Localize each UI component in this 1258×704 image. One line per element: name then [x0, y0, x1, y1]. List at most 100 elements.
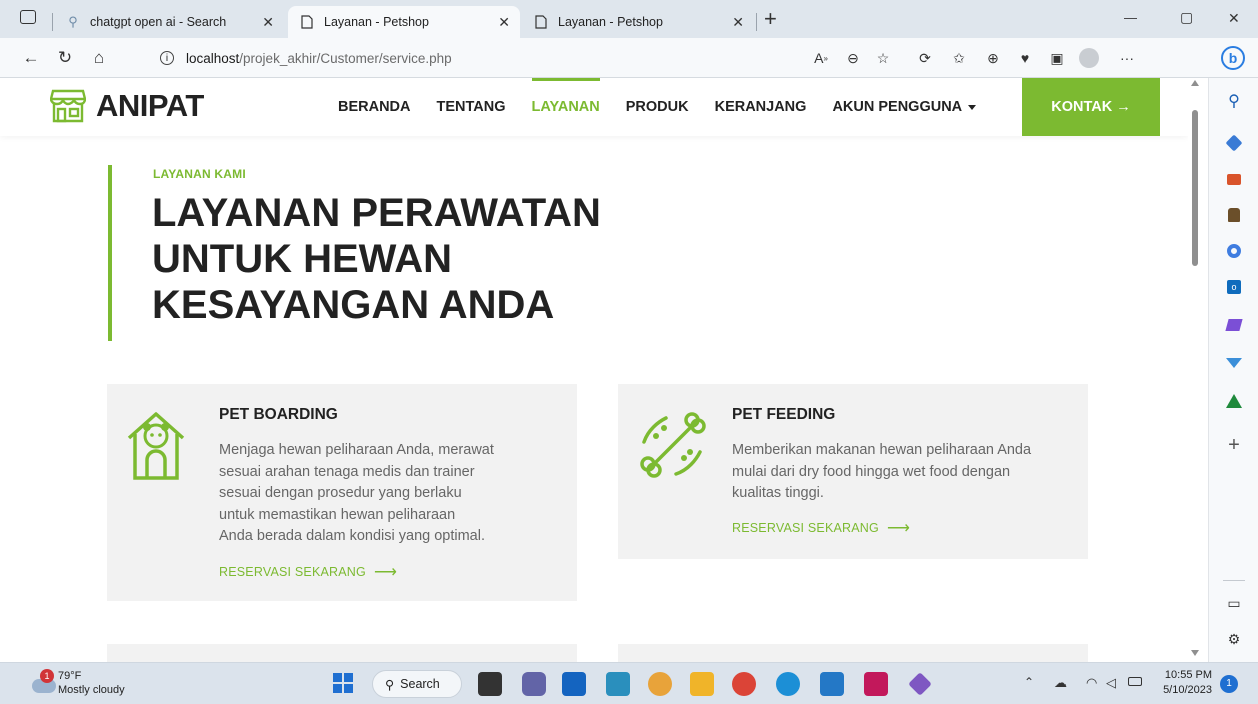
windows-start-icon[interactable] [332, 672, 356, 696]
tools-briefcase-icon[interactable] [1225, 170, 1243, 188]
tab-actions-icon[interactable] [20, 10, 36, 24]
browser-tab-bar: ⚲ chatgpt open ai - Search ✕ Layanan - P… [0, 0, 1258, 38]
link-label: RESERVASI SEKARANG [219, 565, 366, 579]
desc-line: kualitas tinggi. [732, 485, 824, 501]
favorite-star-icon[interactable]: ☆ [870, 38, 896, 78]
weather-temp: 79°F [58, 670, 82, 682]
office-icon[interactable] [1225, 242, 1243, 260]
tab-separator [52, 13, 53, 31]
pet-food-icon [640, 412, 706, 478]
app-store-icon[interactable] [864, 672, 888, 696]
onedrive-icon[interactable]: ☁ [1054, 675, 1067, 691]
url-field[interactable]: i localhost/projek_akhir/Customer/servic… [160, 45, 620, 71]
card-title: PET BOARDING [219, 406, 338, 423]
close-tab-icon[interactable]: ✕ [262, 14, 274, 31]
wifi-icon[interactable]: ◠ [1086, 675, 1097, 691]
tree-icon[interactable] [1225, 392, 1243, 410]
split-screen-icon[interactable]: ▣ [1044, 38, 1070, 78]
notification-badge[interactable]: 1 [1220, 675, 1238, 693]
tab-layanan-active[interactable]: Layanan - Petshop ✕ [288, 6, 520, 38]
restore-button[interactable]: ▢ [1180, 9, 1193, 26]
mail-icon[interactable] [562, 672, 586, 696]
teams-chat-icon[interactable] [522, 672, 546, 696]
file-explorer-icon[interactable] [690, 672, 714, 696]
hero-title: LAYANAN PERAWATAN UNTUK HEWAN KESAYANGAN… [152, 190, 772, 328]
app-l-icon[interactable] [606, 672, 630, 696]
more-menu-button[interactable]: ··· [1114, 38, 1140, 78]
back-arrow-icon[interactable]: ← [16, 38, 46, 78]
browser-essentials-icon[interactable]: ♥ [1012, 38, 1038, 78]
vscode-icon[interactable] [820, 672, 844, 696]
scrollbar-thumb[interactable] [1192, 110, 1198, 266]
read-aloud-icon[interactable]: A» [808, 38, 834, 78]
tab-search[interactable]: ⚲ chatgpt open ai - Search ✕ [62, 6, 284, 38]
games-icon[interactable] [1225, 206, 1243, 224]
tab-title: chatgpt open ai - Search [90, 15, 227, 29]
nav-keranjang[interactable]: KERANJANG [715, 78, 807, 136]
windows-taskbar: 1 79°F Mostly cloudy ⚲ Search ⌃ ☁ ◠ ◁ 10… [0, 662, 1258, 704]
edge-icon[interactable] [776, 672, 800, 696]
info-icon[interactable]: i [160, 51, 174, 65]
card-description: Memberikan makanan hewan peliharaan Anda… [732, 440, 1031, 505]
designer-icon[interactable] [1225, 316, 1243, 334]
taskbar-search-label: Search [400, 677, 440, 691]
url-host: localhost [186, 50, 240, 66]
send-icon[interactable] [1225, 354, 1243, 372]
shopping-tag-icon[interactable] [1225, 134, 1243, 152]
desc-line: sesuai arahan tenaga medis dan trainer [219, 463, 475, 480]
gear-icon[interactable]: ⚙ [1225, 630, 1243, 648]
taskbar-search[interactable]: ⚲ Search [372, 670, 462, 698]
refresh-icon[interactable]: ↻ [50, 38, 80, 78]
service-card-partial [618, 644, 1088, 662]
battery-icon[interactable] [1128, 677, 1142, 686]
extensions-icon[interactable]: ⟳ [912, 38, 938, 78]
sidebar-panel-icon[interactable]: ▭ [1225, 594, 1243, 612]
nav-produk[interactable]: PRODUK [626, 78, 689, 136]
arrow-right-icon: ⟶ [373, 564, 398, 581]
kontak-button[interactable]: KONTAK → [1022, 78, 1160, 136]
nav-tentang[interactable]: TENTANG [437, 78, 506, 136]
nav-layanan[interactable]: LAYANAN [531, 78, 600, 136]
outlook-icon[interactable]: o [1225, 278, 1243, 296]
tab-separator [756, 13, 757, 31]
service-card-partial [107, 644, 577, 662]
scroll-down-arrow-icon[interactable] [1191, 650, 1199, 656]
desc-line: sesuai dengan prosedur yang berlaku [219, 485, 462, 501]
scroll-up-arrow-icon[interactable] [1191, 80, 1199, 86]
favorites-icon[interactable]: ✩ [946, 38, 972, 78]
search-icon[interactable]: ⚲ [1225, 92, 1243, 110]
home-icon[interactable]: ⌂ [84, 38, 114, 78]
close-tab-icon[interactable]: ✕ [498, 14, 510, 31]
site-logo[interactable]: ANIPAT [50, 88, 204, 124]
bing-chat-icon[interactable]: b [1220, 38, 1246, 78]
nav-akun-pengguna[interactable]: AKUN PENGGUNA [832, 78, 977, 136]
profile-avatar[interactable] [1076, 38, 1102, 78]
zoom-icon[interactable]: ⊖ [840, 38, 866, 78]
main-menu: BERANDA TENTANG LAYANAN PRODUK KERANJANG… [338, 78, 1002, 136]
collections-icon[interactable]: ⊕ [980, 38, 1006, 78]
site-navbar: ANIPAT BERANDA TENTANG LAYANAN PRODUK KE… [0, 78, 1188, 136]
add-icon[interactable]: + [1225, 434, 1243, 456]
tab-layanan[interactable]: Layanan - Petshop ✕ [522, 6, 754, 38]
weather-widget[interactable]: 1 79°F Mostly cloudy [26, 669, 146, 699]
minimize-button[interactable]: — [1124, 10, 1137, 25]
page-icon [534, 15, 548, 29]
weather-badge: 1 [40, 669, 54, 683]
nav-beranda[interactable]: BERANDA [338, 78, 411, 136]
card-description: Menjaga hewan peliharaan Anda, merawat s… [219, 440, 494, 548]
clock[interactable]: 10:55 PM 5/10/2023 [1162, 668, 1212, 698]
reservasi-link[interactable]: RESERVASI SEKARANG ⟶ [732, 518, 910, 538]
tray-chevron-icon[interactable]: ⌃ [1024, 675, 1034, 689]
browser-address-bar: ← ↻ ⌂ i localhost/projek_akhir/Customer/… [0, 38, 1258, 78]
volume-icon[interactable]: ◁ [1106, 675, 1116, 691]
new-tab-button[interactable]: + [764, 6, 777, 32]
task-view-icon[interactable] [478, 672, 502, 696]
close-tab-icon[interactable]: ✕ [732, 14, 744, 31]
close-window-button[interactable]: ✕ [1228, 10, 1240, 27]
desc-line: mulai dari dry food hingga wet food deng… [732, 463, 1011, 480]
card-title: PET FEEDING [732, 406, 836, 423]
reservasi-link[interactable]: RESERVASI SEKARANG ⟶ [219, 562, 397, 582]
chrome-icon[interactable] [732, 672, 756, 696]
git-icon[interactable] [908, 672, 932, 696]
office-hub-icon[interactable] [648, 672, 672, 696]
